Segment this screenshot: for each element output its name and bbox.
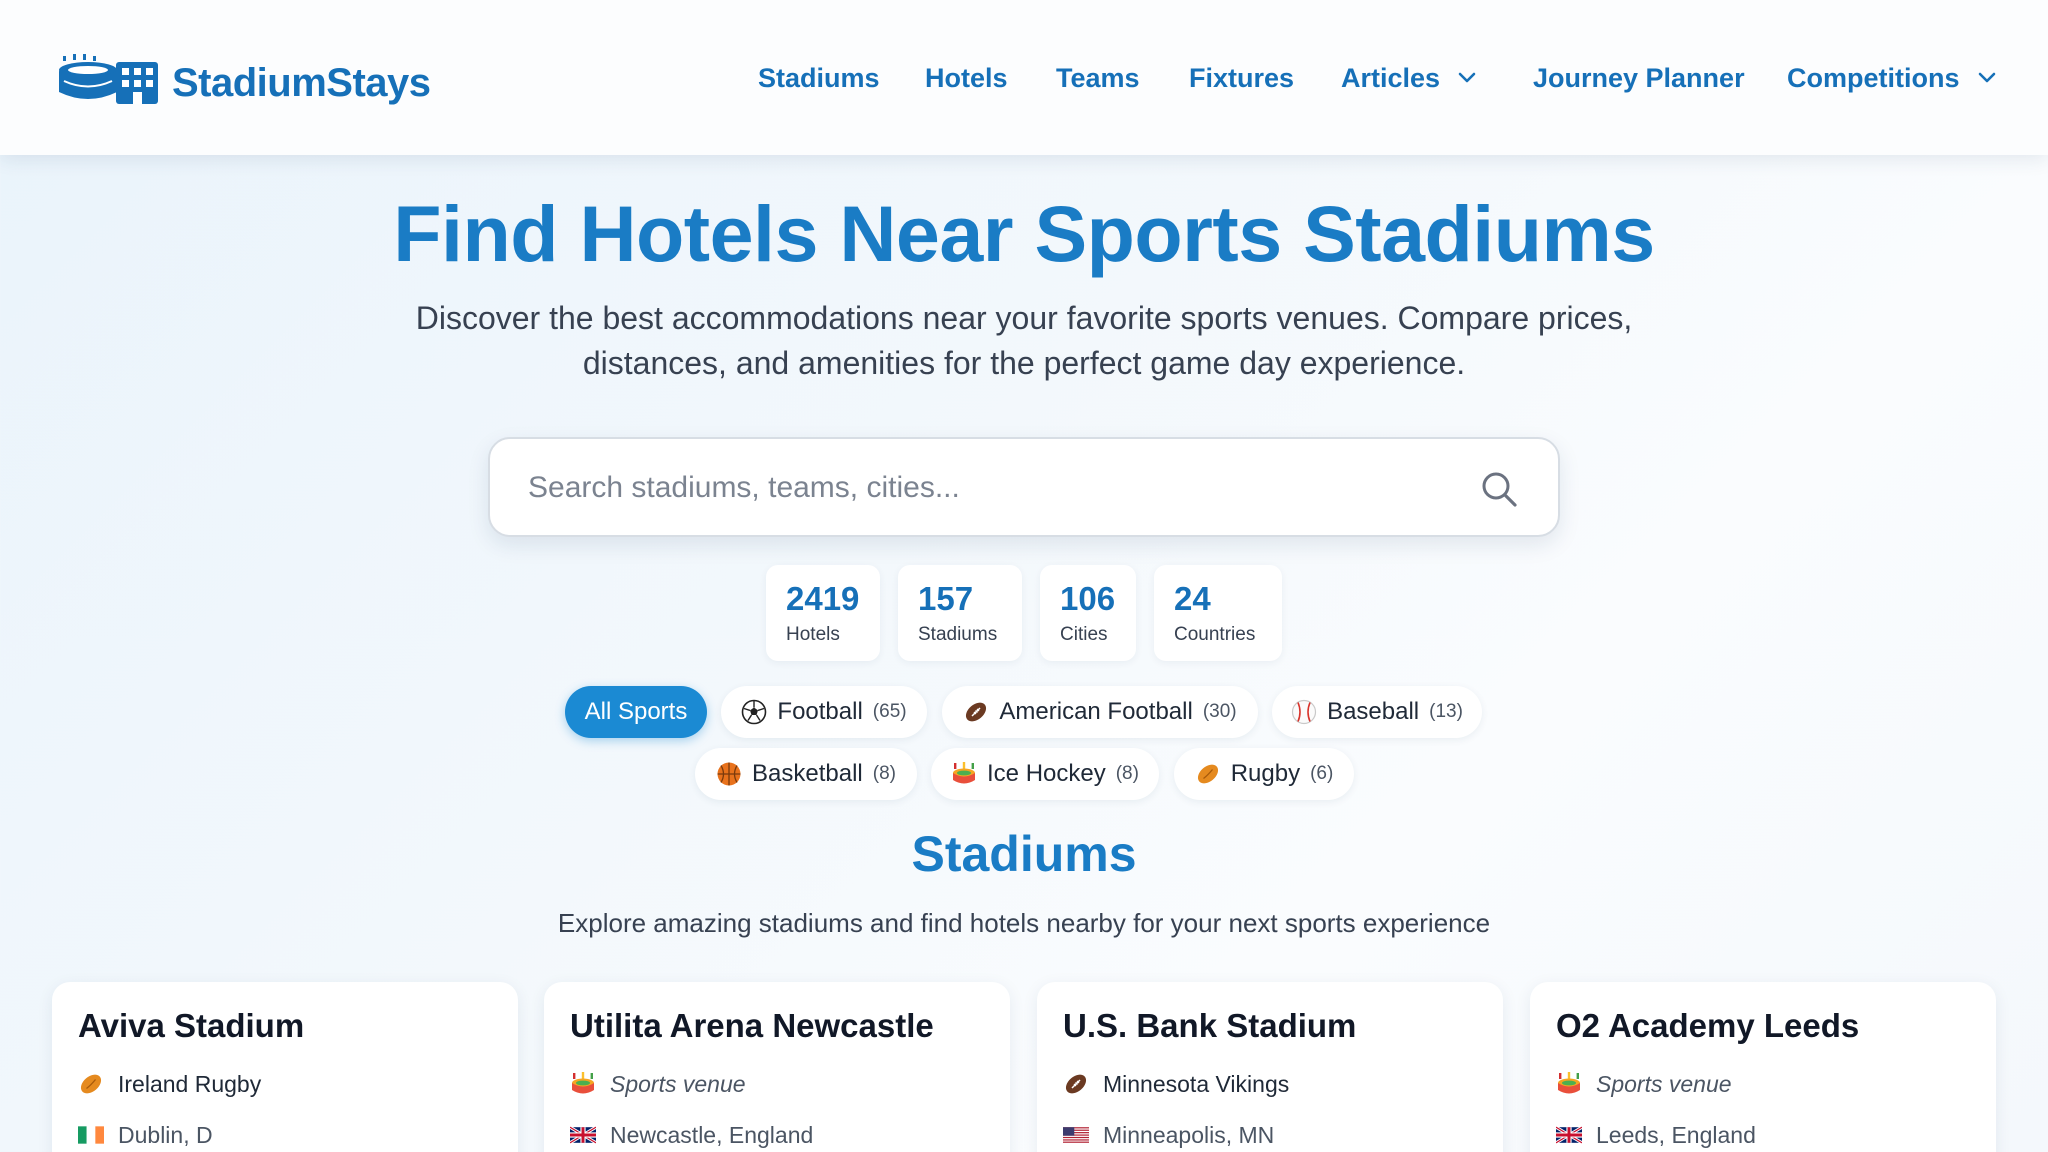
stadium-icon bbox=[570, 1071, 596, 1097]
sport-filter-rugby[interactable]: Rugby (6) bbox=[1174, 748, 1354, 800]
section-subtitle: Explore amazing stadiums and find hotels… bbox=[557, 908, 1491, 938]
nav-label: Fixtures bbox=[1189, 63, 1295, 93]
chip-label: American Football bbox=[999, 698, 1193, 725]
stadium-name: Utilita Arena Newcastle bbox=[570, 1007, 934, 1044]
search-box bbox=[488, 437, 1560, 537]
stadium-location-row: Leeds, England bbox=[1556, 1118, 1756, 1152]
nav-fixtures[interactable]: Fixtures bbox=[1189, 58, 1294, 98]
stat-value: 106 bbox=[1060, 580, 1116, 617]
us-flag-icon bbox=[1063, 1126, 1089, 1144]
nav-journey-planner[interactable]: Journey Planner bbox=[1533, 58, 1745, 98]
uk-flag-icon bbox=[1556, 1126, 1582, 1144]
chip-count: (13) bbox=[1429, 701, 1463, 722]
nav-articles-dropdown[interactable]: Articles bbox=[1341, 58, 1476, 98]
stat-cities: 106 Cities bbox=[1040, 565, 1136, 661]
sport-filter-football[interactable]: Football (65) bbox=[721, 686, 927, 738]
sport-filter-basketball[interactable]: Basketball (8) bbox=[695, 748, 917, 800]
soccer-ball-icon bbox=[741, 699, 767, 725]
hero-title: Find Hotels Near Sports Stadiums bbox=[393, 189, 1655, 278]
stadium-icon bbox=[1556, 1071, 1582, 1097]
stat-label: Cities bbox=[1060, 624, 1108, 645]
nav-stadiums[interactable]: Stadiums bbox=[758, 58, 880, 98]
stadium-team-row: Ireland Rugby bbox=[78, 1067, 261, 1101]
sport-filter-ice-hockey[interactable]: Ice Hockey (8) bbox=[931, 748, 1159, 800]
stat-countries: 24 Countries bbox=[1154, 565, 1282, 661]
basketball-icon bbox=[716, 761, 742, 787]
chevron-down-icon bbox=[1978, 72, 1995, 83]
stat-label: Countries bbox=[1174, 624, 1256, 645]
stadium-location-row: Dublin, D bbox=[78, 1118, 213, 1152]
stat-stadiums: 157 Stadiums bbox=[898, 565, 1022, 661]
stat-hotels: 2419 Hotels bbox=[766, 565, 880, 661]
main-nav: Stadiums Hotels Teams Fixtures Articles … bbox=[0, 58, 2048, 98]
hero-subtitle: Discover the best accommodations near yo… bbox=[415, 300, 1633, 381]
chip-label: Rugby bbox=[1230, 760, 1301, 787]
stadium-location: Dublin, D bbox=[118, 1121, 213, 1148]
chip-count: (8) bbox=[1115, 763, 1139, 784]
search-icon[interactable] bbox=[1480, 470, 1518, 508]
chip-label: All Sports bbox=[584, 698, 688, 725]
stadium-location: Leeds, England bbox=[1596, 1121, 1756, 1148]
sport-filter-american-football[interactable]: American Football (30) bbox=[942, 686, 1258, 738]
chip-label: Football bbox=[777, 698, 863, 725]
chip-label: Basketball bbox=[752, 760, 863, 787]
stadium-name: U.S. Bank Stadium bbox=[1063, 1007, 1357, 1044]
stadium-team-row: Minnesota Vikings bbox=[1063, 1067, 1289, 1101]
stat-label: Stadiums bbox=[918, 624, 998, 645]
american-football-icon bbox=[963, 699, 989, 725]
stadium-team-row: Sports venue bbox=[570, 1067, 746, 1101]
chip-count: (8) bbox=[872, 763, 896, 784]
chip-count: (6) bbox=[1310, 763, 1334, 784]
stadium-location-row: Minneapolis, MN bbox=[1063, 1118, 1274, 1152]
chip-count: (65) bbox=[872, 701, 907, 722]
stadium-team: Minnesota Vikings bbox=[1103, 1070, 1290, 1097]
nav-label: Articles bbox=[1341, 63, 1441, 93]
nav-label: Journey Planner bbox=[1533, 63, 1745, 93]
stat-value: 2419 bbox=[786, 580, 860, 617]
rugby-ball-icon bbox=[1195, 761, 1221, 787]
nav-competitions-dropdown[interactable]: Competitions bbox=[1787, 58, 1996, 98]
chip-count: (30) bbox=[1202, 701, 1237, 722]
stat-value: 157 bbox=[918, 580, 974, 617]
sport-filter-baseball[interactable]: Baseball (13) bbox=[1272, 686, 1482, 738]
section-title: Stadiums bbox=[911, 826, 1137, 882]
nav-label: Teams bbox=[1056, 63, 1140, 93]
chip-label: Baseball bbox=[1327, 698, 1420, 725]
stadium-icon bbox=[951, 761, 977, 787]
ireland-flag-icon bbox=[78, 1126, 104, 1144]
stat-value: 24 bbox=[1174, 580, 1211, 617]
uk-flag-icon bbox=[570, 1126, 596, 1144]
stadium-team: Ireland Rugby bbox=[118, 1070, 262, 1097]
nav-label: Hotels bbox=[925, 63, 1008, 93]
chip-label: Ice Hockey bbox=[987, 760, 1106, 787]
stadium-name: Aviva Stadium bbox=[78, 1007, 305, 1044]
stadium-team: Sports venue bbox=[610, 1070, 746, 1097]
american-football-icon bbox=[1063, 1071, 1089, 1097]
nav-hotels[interactable]: Hotels bbox=[925, 58, 1008, 98]
stadium-location-row: Newcastle, England bbox=[570, 1118, 813, 1152]
nav-teams[interactable]: Teams bbox=[1056, 58, 1140, 98]
stadium-team: Sports venue bbox=[1596, 1070, 1732, 1097]
baseball-icon bbox=[1291, 699, 1317, 725]
stadium-name: O2 Academy Leeds bbox=[1556, 1007, 1860, 1044]
nav-label: Stadiums bbox=[758, 63, 880, 93]
nav-label: Competitions bbox=[1787, 63, 1960, 93]
search-input[interactable] bbox=[528, 463, 1448, 513]
stadium-team-row: Sports venue bbox=[1556, 1067, 1732, 1101]
site-header: StadiumStays Stadiums Hotels Teams Fixtu… bbox=[0, 0, 2048, 155]
rugby-ball-icon bbox=[78, 1071, 104, 1097]
chevron-down-icon bbox=[1458, 72, 1476, 83]
sport-filter-all[interactable]: All Sports bbox=[565, 686, 707, 738]
stadium-location: Minneapolis, MN bbox=[1103, 1121, 1275, 1148]
stadium-location: Newcastle, England bbox=[610, 1121, 814, 1148]
stat-label: Hotels bbox=[786, 624, 840, 645]
